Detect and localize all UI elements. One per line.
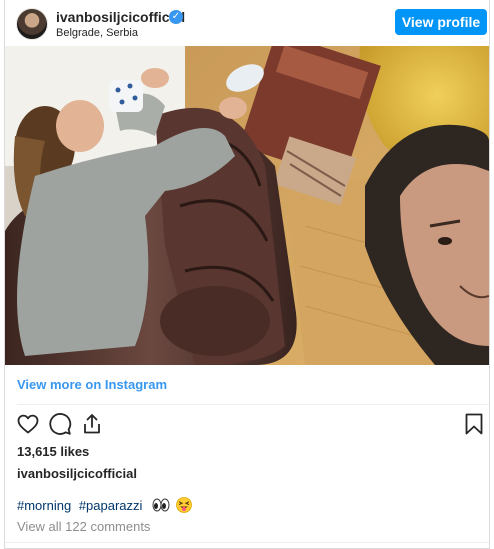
squinting-face-with-tongue-icon (175, 497, 192, 513)
share-icon[interactable] (80, 412, 104, 436)
eyes-emoji-icon (152, 498, 170, 512)
post-photo-image (5, 46, 489, 365)
view-more-on-instagram-link[interactable]: View more on Instagram (17, 377, 167, 392)
caption-hashtags: #morning #paparazzi (17, 497, 192, 513)
view-all-comments-link[interactable]: View all 122 comments (17, 519, 150, 534)
location-link[interactable]: Belgrade, Serbia (56, 27, 138, 39)
caption-username[interactable]: ivanbosiljcicofficial (17, 466, 137, 481)
username-link[interactable]: ivanbosiljcicofficial (56, 9, 185, 25)
post-header: ivanbosiljcicofficial ✓ Belgrade, Serbia… (5, 0, 489, 46)
avatar[interactable] (16, 8, 48, 40)
comment-bubble-icon[interactable] (48, 412, 72, 436)
hashtag-paparazzi[interactable]: #paparazzi (79, 498, 143, 513)
verified-badge-icon: ✓ (169, 10, 183, 24)
divider (17, 404, 489, 405)
likes-count[interactable]: 13,615 likes (17, 444, 89, 459)
hashtag-morning[interactable]: #morning (17, 498, 71, 513)
instagram-embed-card: ivanbosiljcicofficial ✓ Belgrade, Serbia… (4, 0, 490, 549)
post-photo[interactable] (5, 46, 489, 365)
view-profile-button[interactable]: View profile (395, 9, 487, 35)
bookmark-icon[interactable] (462, 412, 486, 436)
heart-icon[interactable] (16, 412, 40, 436)
divider-bottom (5, 542, 489, 543)
